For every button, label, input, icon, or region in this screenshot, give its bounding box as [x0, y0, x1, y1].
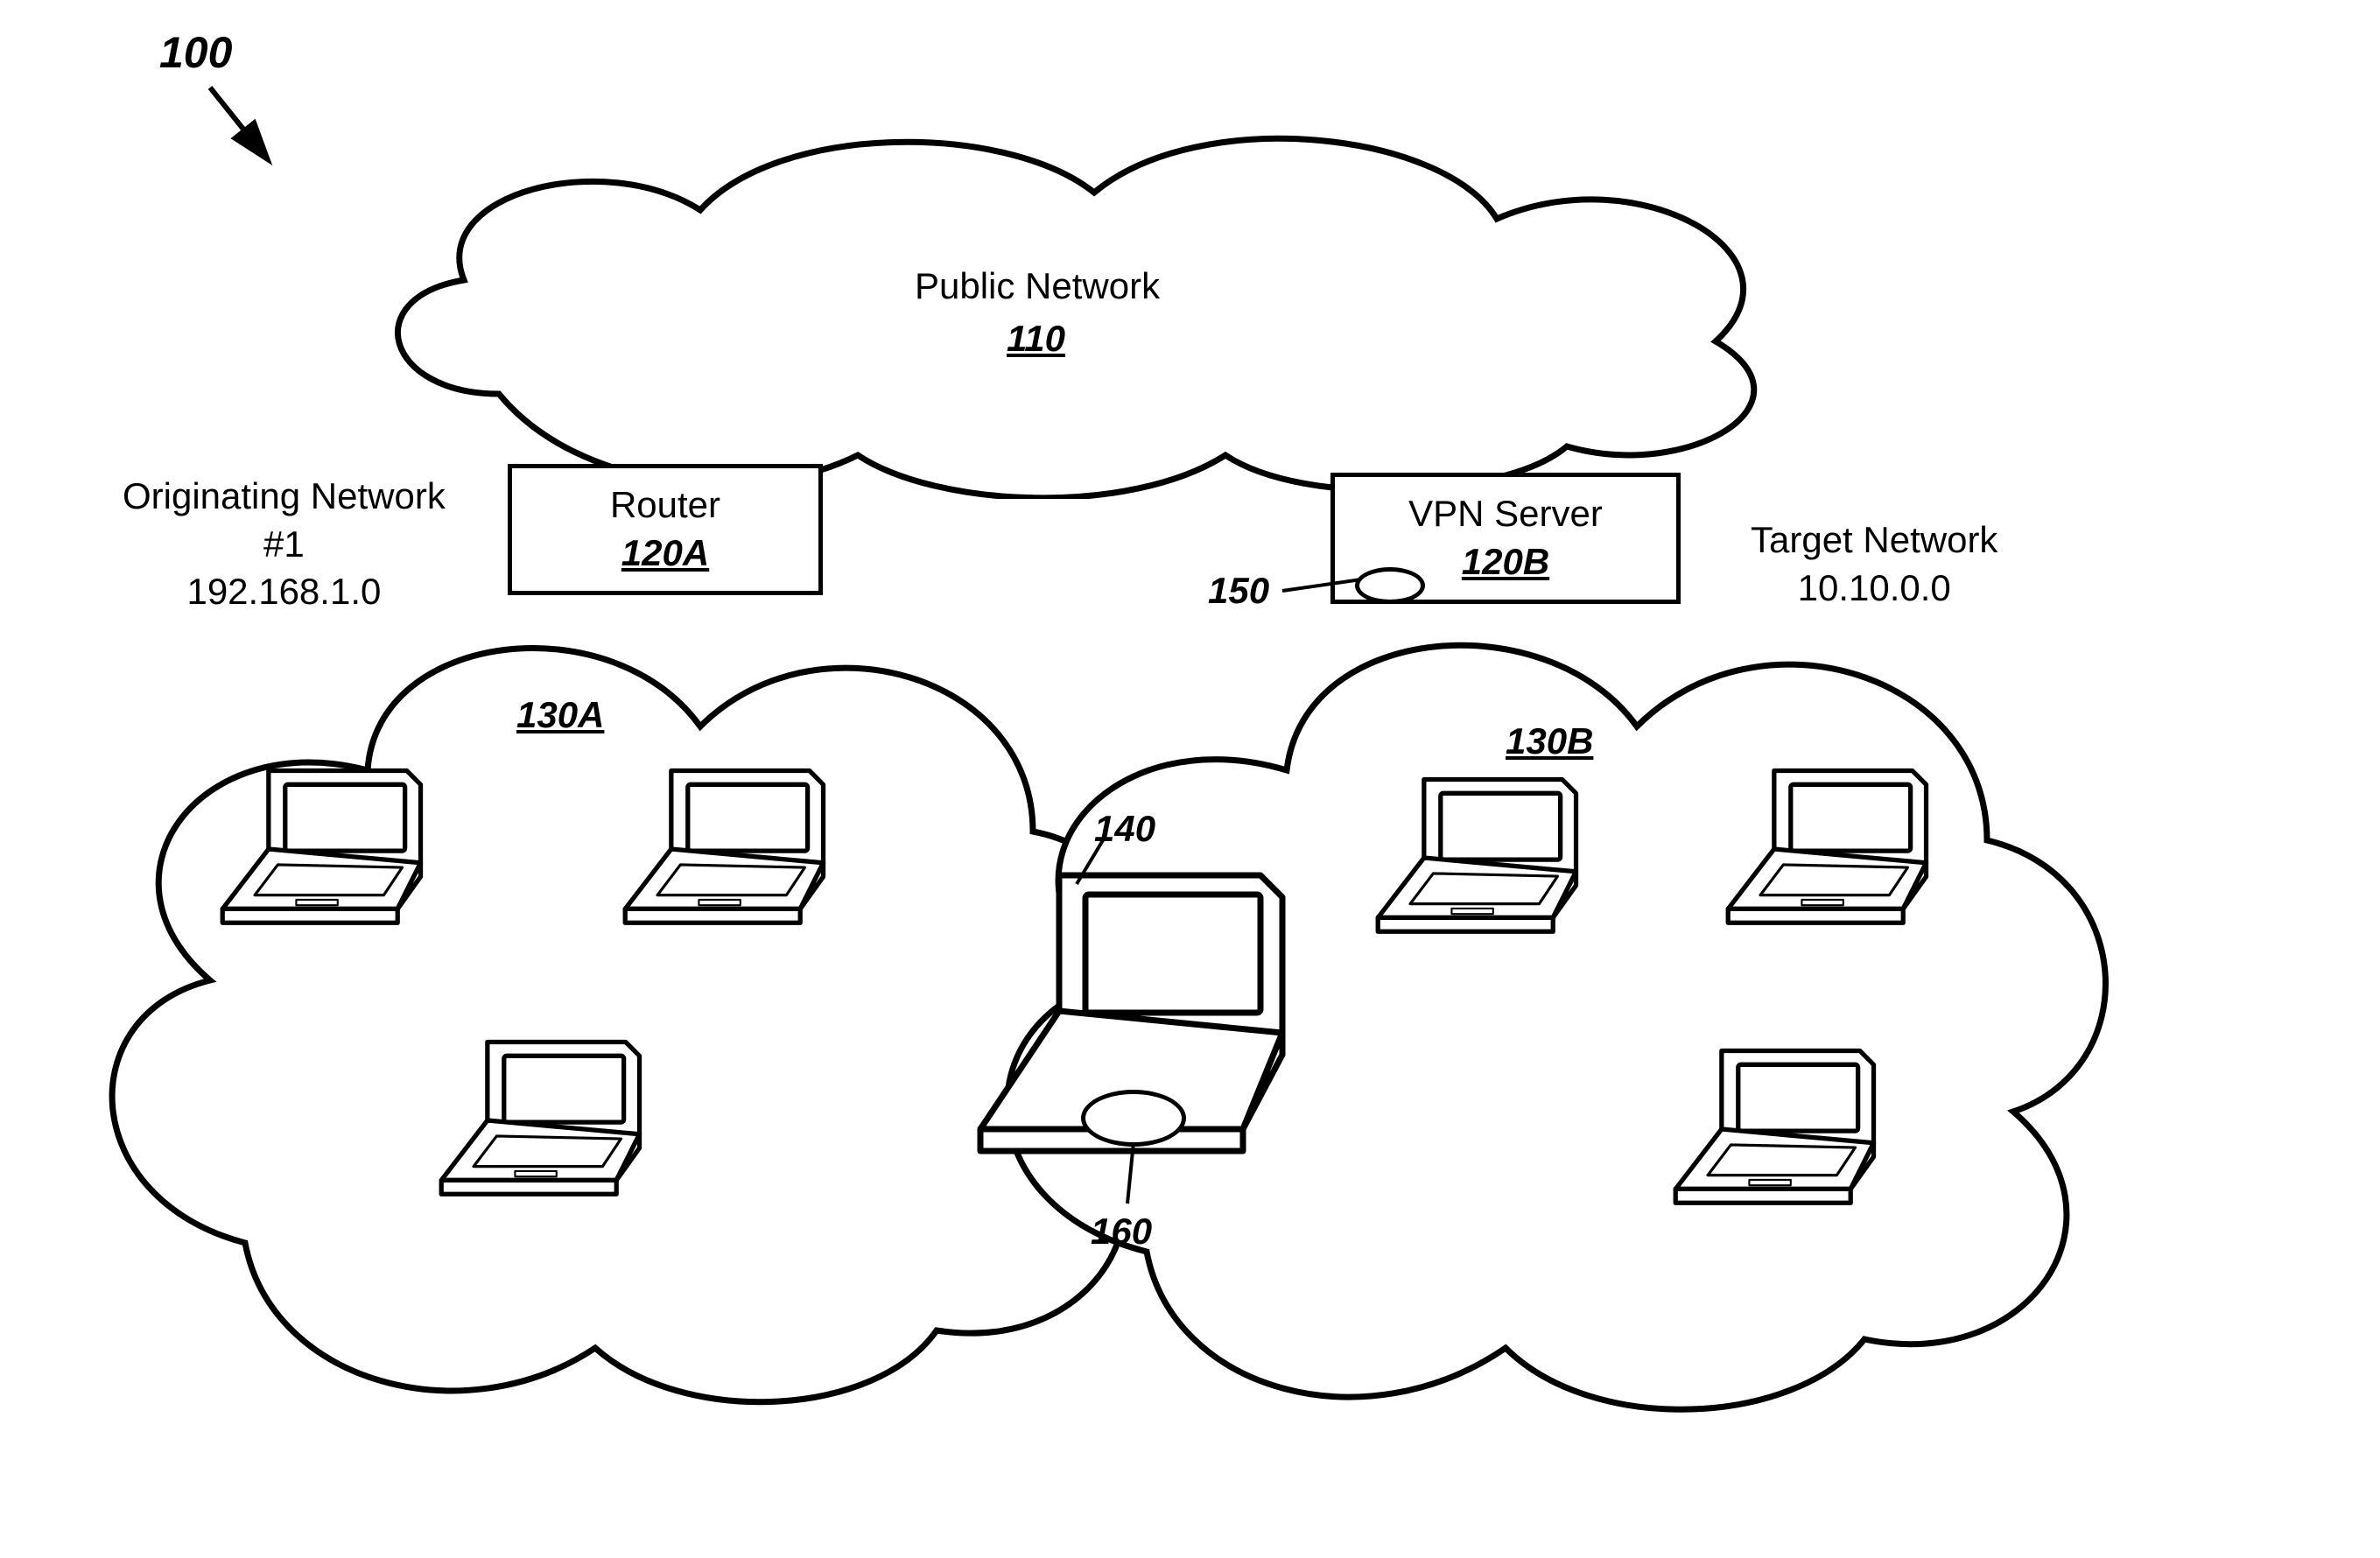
- router-title: Router: [610, 481, 720, 530]
- diagram-stage: 100 Public Network 110 Router 120A VPN S…: [0, 0, 2380, 1558]
- figure-ref-arrow: [193, 70, 298, 175]
- laptop-icon: [613, 761, 840, 937]
- center-laptop-leader: [1064, 832, 1134, 893]
- target-label: Target Network 10.10.0.0: [1751, 516, 1997, 612]
- router-ref: 120A: [621, 530, 709, 578]
- laptop-icon: [210, 761, 438, 937]
- laptop-icon: [1716, 761, 1943, 937]
- laptop-icon: [1663, 1042, 1891, 1217]
- target-cloud-ref: 130B: [1506, 718, 1593, 766]
- center-marker-ref: 160: [1091, 1208, 1152, 1256]
- vpn-title: VPN Server: [1408, 490, 1603, 538]
- originating-label: Originating Network #1 192.168.1.0: [123, 473, 446, 616]
- originating-cloud-ref: 130A: [516, 691, 604, 740]
- router-box: Router 120A: [508, 464, 823, 595]
- center-marker-leader: [1112, 1138, 1164, 1217]
- vpn-ref: 120B: [1462, 538, 1549, 586]
- laptop-icon: [429, 1033, 656, 1208]
- laptop-icon: [1366, 770, 1593, 945]
- public-network-title: Public Network: [915, 263, 1160, 311]
- public-network-ref: 110: [1007, 315, 1065, 363]
- vpn-marker-leader: [1274, 560, 1379, 604]
- vpn-marker-ref: 150: [1208, 567, 1269, 615]
